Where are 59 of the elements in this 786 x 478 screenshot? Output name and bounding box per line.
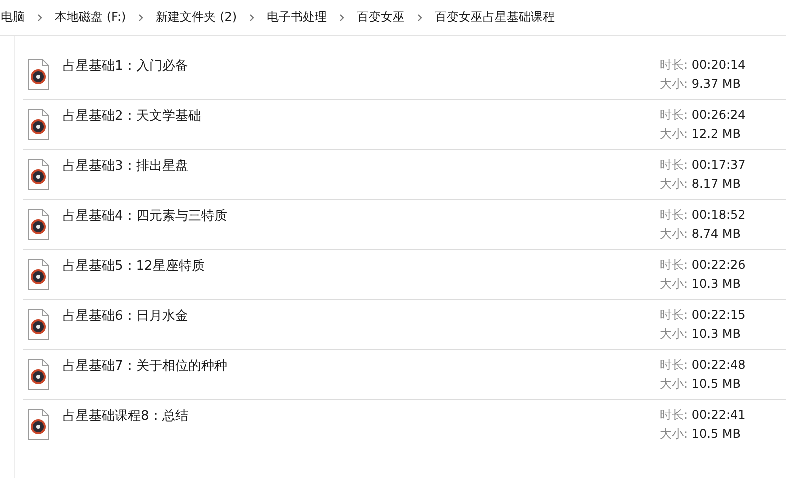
breadcrumb-item[interactable]: 百变女巫 [356, 9, 406, 26]
chevron-icon[interactable] [37, 14, 43, 22]
duration-label: 时长: [660, 358, 688, 372]
audio-file-icon[interactable] [28, 259, 50, 291]
duration-value: 00:22:15 [692, 308, 746, 322]
duration-label: 时长: [660, 158, 688, 172]
audio-file-icon[interactable] [28, 409, 50, 441]
duration-label: 时长: [660, 58, 688, 72]
breadcrumb-item[interactable]: 电脑 [0, 9, 26, 26]
size-label: 大小: [660, 227, 688, 241]
size-value: 8.17 MB [692, 177, 741, 191]
file-name[interactable]: 占星基础1：入门必备 [63, 57, 660, 75]
size-value: 9.37 MB [692, 77, 741, 91]
duration-value: 00:22:26 [692, 258, 746, 272]
duration-label: 时长: [660, 408, 688, 422]
duration-value: 00:22:41 [692, 408, 746, 422]
file-name[interactable]: 占星基础7：关于相位的种种 [63, 357, 660, 375]
file-name[interactable]: 占星基础3：排出星盘 [63, 157, 660, 175]
breadcrumb-item[interactable]: 电子书处理 [266, 9, 328, 26]
size-value: 10.5 MB [692, 427, 741, 441]
file-name[interactable]: 占星基础5：12星座特质 [63, 257, 660, 275]
breadcrumb-item[interactable]: 本地磁盘 (F:) [54, 9, 128, 26]
size-label: 大小: [660, 327, 688, 341]
chevron-icon[interactable] [138, 14, 144, 22]
duration-label: 时长: [660, 308, 688, 322]
audio-file-icon[interactable] [28, 159, 50, 191]
file-name[interactable]: 占星基础课程8：总结 [63, 407, 660, 425]
duration-label: 时长: [660, 258, 688, 272]
chevron-icon[interactable] [339, 14, 346, 22]
size-label: 大小: [660, 177, 688, 191]
audio-file-icon[interactable] [28, 359, 50, 391]
size-value: 8.74 MB [692, 227, 741, 241]
size-label: 大小: [660, 277, 688, 291]
duration-value: 00:20:14 [692, 58, 746, 72]
audio-file-icon[interactable] [28, 59, 50, 91]
duration-label: 时长: [660, 208, 688, 222]
chevron-icon[interactable] [417, 14, 424, 22]
audio-file-icon[interactable] [28, 109, 50, 141]
duration-value: 00:17:37 [692, 158, 746, 172]
breadcrumb-item[interactable]: 新建文件夹 (2) [155, 9, 238, 26]
size-label: 大小: [660, 377, 688, 391]
audio-file-icon[interactable] [28, 209, 50, 241]
duration-value: 00:18:52 [692, 208, 746, 222]
duration-value: 00:22:48 [692, 358, 746, 372]
duration-label: 时长: [660, 108, 688, 122]
size-label: 大小: [660, 427, 688, 441]
audio-file-icon[interactable] [28, 309, 50, 341]
size-value: 10.3 MB [692, 327, 741, 341]
size-label: 大小: [660, 127, 688, 141]
file-name[interactable]: 占星基础4：四元素与三特质 [63, 207, 660, 225]
breadcrumb-item[interactable]: 百变女巫占星基础课程 [434, 9, 556, 26]
size-value: 10.3 MB [692, 277, 741, 291]
size-label: 大小: [660, 77, 688, 91]
size-value: 12.2 MB [692, 127, 741, 141]
size-value: 10.5 MB [692, 377, 741, 391]
duration-value: 00:26:24 [692, 108, 746, 122]
chevron-icon[interactable] [249, 14, 256, 22]
file-name[interactable]: 占星基础6：日月水金 [63, 307, 660, 325]
file-name[interactable]: 占星基础2：天文学基础 [63, 107, 660, 125]
